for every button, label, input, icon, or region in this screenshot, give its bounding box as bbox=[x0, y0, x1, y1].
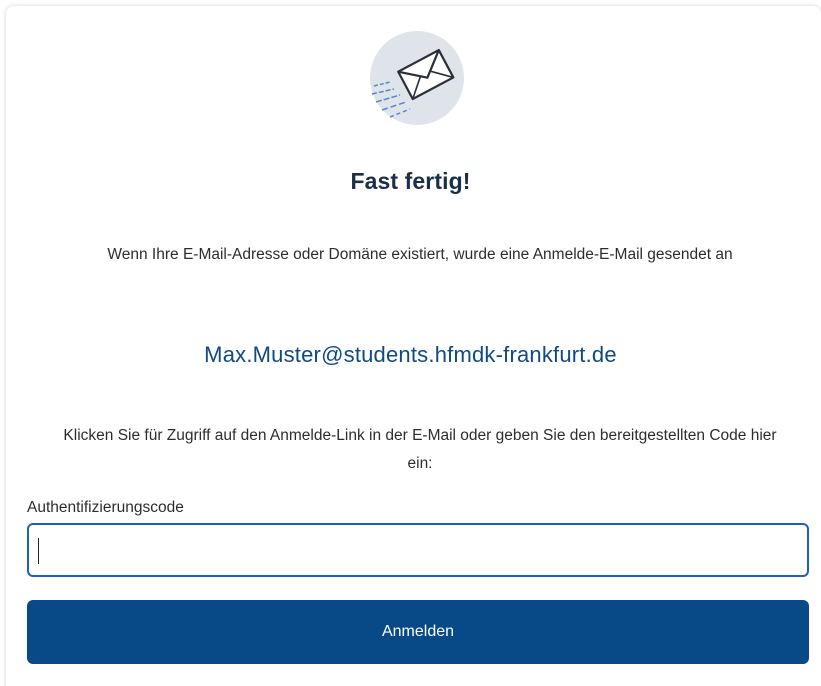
page-title: Fast fertig! bbox=[350, 168, 471, 194]
info-message: Wenn Ihre E-Mail-Adresse oder Domäne exi… bbox=[107, 246, 733, 263]
recipient-email: Max.Muster@students.hfmdk-frankfurt.de bbox=[204, 342, 617, 367]
page: Fast fertig! Wenn Ihre E-Mail-Adresse od… bbox=[0, 0, 821, 686]
code-field-label: Authentifizierungscode bbox=[27, 499, 184, 516]
sign-in-button[interactable]: Anmelden bbox=[27, 600, 809, 664]
text-cursor bbox=[38, 538, 39, 564]
envelope-sent-icon bbox=[370, 31, 464, 125]
authentication-code-input[interactable] bbox=[27, 523, 809, 577]
instruction-message: Klicken Sie für Zugriff auf den Anmelde-… bbox=[63, 427, 777, 472]
